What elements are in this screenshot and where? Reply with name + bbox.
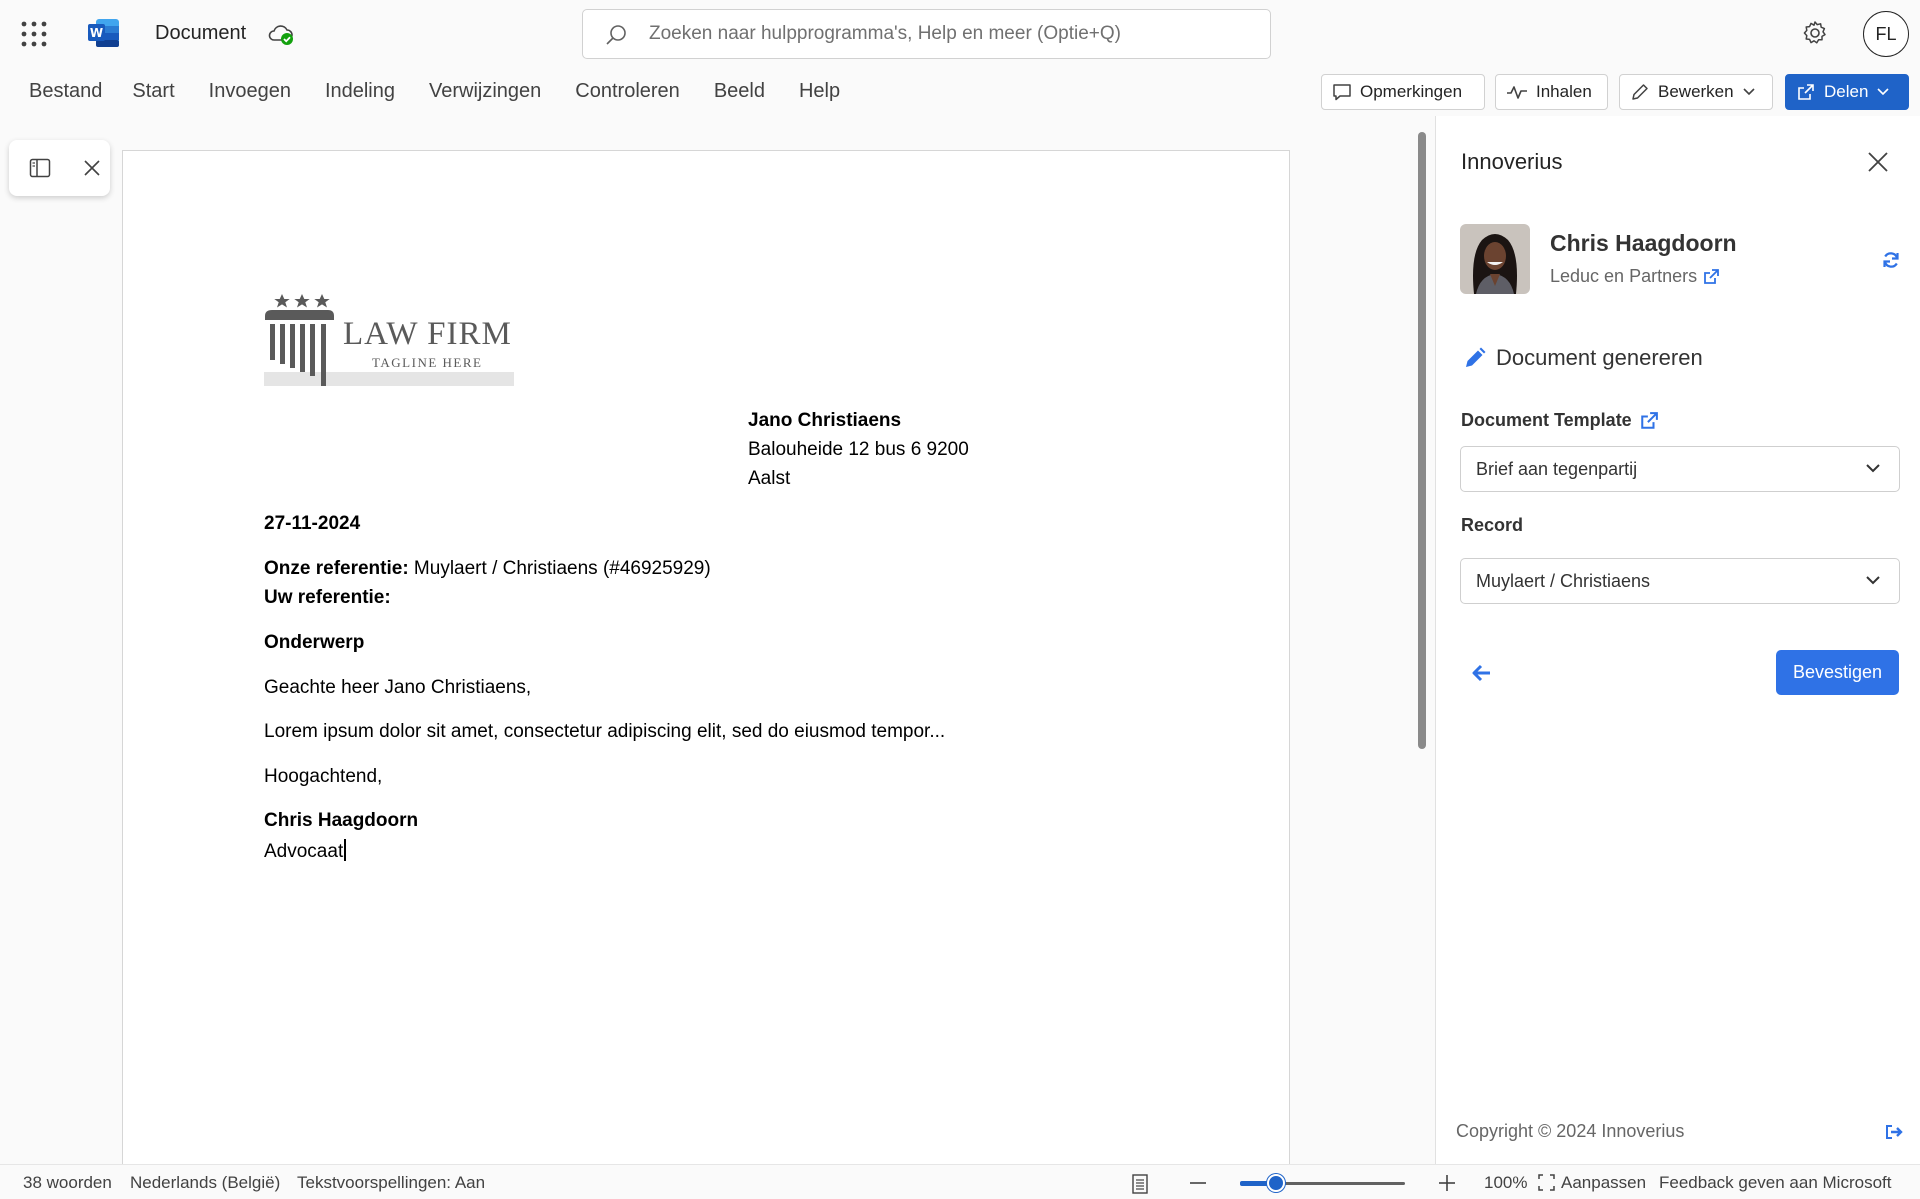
edit-mode-label: Bewerken — [1658, 82, 1734, 101]
panel-icon[interactable] — [29, 157, 51, 179]
your-reference[interactable]: Uw referentie: — [264, 587, 391, 609]
catch-up-button[interactable]: Inhalen — [1495, 74, 1608, 110]
word-count[interactable]: 38 woorden — [23, 1173, 112, 1193]
search-placeholder: Zoeken naar hulpprogramma's, Help en mee… — [649, 23, 1121, 44]
recipient-address[interactable]: Balouheide 12 bus 6 9200 — [748, 439, 969, 461]
user-avatar[interactable]: FL — [1863, 11, 1909, 57]
svg-text:W: W — [90, 26, 103, 40]
comments-button[interactable]: Opmerkingen — [1321, 74, 1485, 110]
status-bar: 38 woorden Nederlands (België) Tekstvoor… — [0, 1164, 1920, 1199]
record-selected-value: Muylaert / Christiaens — [1476, 571, 1651, 591]
pencil-icon — [1466, 347, 1486, 367]
our-reference-label: Onze referentie: — [264, 558, 409, 579]
letter-body[interactable]: Lorem ipsum dolor sit amet, consectetur … — [264, 721, 945, 743]
record-select[interactable]: Muylaert / Christiaens — [1460, 558, 1900, 604]
share-button[interactable]: Delen — [1785, 74, 1909, 110]
recipient-name[interactable]: Jano Christiaens — [748, 410, 901, 432]
closing[interactable]: Hoogachtend, — [264, 766, 382, 788]
search-input[interactable]: Zoeken naar hulpprogramma's, Help en mee… — [582, 9, 1271, 59]
feedback-link[interactable]: Feedback geven aan Microsoft — [1659, 1173, 1891, 1193]
tab-controleren[interactable]: Controleren — [575, 80, 680, 103]
close-icon[interactable] — [1867, 151, 1889, 173]
template-label: Document Template — [1461, 410, 1658, 431]
fit-to-window-icon[interactable] — [1538, 1174, 1555, 1191]
user-organization-link[interactable]: Leduc en Partners — [1550, 266, 1719, 287]
chevron-down-icon — [1743, 88, 1755, 96]
zoom-in-icon[interactable] — [1438, 1174, 1456, 1192]
external-link-icon — [1704, 268, 1719, 284]
back-arrow-icon[interactable] — [1472, 663, 1492, 683]
tab-beeld[interactable]: Beeld — [714, 80, 765, 103]
title-bar: W Document Zoeken naar hulpprogramma's, … — [0, 0, 1920, 68]
template-selected-value: Brief aan tegenpartij — [1476, 459, 1638, 479]
section-title-text: Document genereren — [1496, 345, 1703, 370]
external-link-icon[interactable] — [1640, 411, 1658, 430]
template-select[interactable]: Brief aan tegenpartij — [1460, 446, 1900, 492]
record-label: Record — [1461, 515, 1524, 535]
our-reference-value: Muylaert / Christiaens (#46925929) — [408, 558, 711, 579]
close-icon[interactable] — [81, 157, 103, 179]
tab-bestand[interactable]: Bestand — [29, 80, 102, 103]
app-launcher-icon[interactable] — [20, 20, 48, 48]
recipient-city[interactable]: Aalst — [748, 468, 790, 490]
text-predictions[interactable]: Tekstvoorspellingen: Aan — [297, 1173, 485, 1193]
cloud-saved-icon[interactable] — [267, 21, 295, 47]
chevron-down-icon — [1866, 576, 1880, 585]
page-view-icon[interactable] — [1131, 1174, 1149, 1194]
refresh-icon[interactable] — [1881, 250, 1901, 270]
letter-date[interactable]: 27-11-2024 — [264, 513, 360, 535]
signer-name[interactable]: Chris Haagdoorn — [264, 810, 418, 832]
word-logo-icon[interactable]: W — [88, 18, 120, 48]
salutation[interactable]: Geachte heer Jano Christiaens, — [264, 677, 531, 699]
logo-tagline: TAGLINE HERE — [372, 355, 483, 370]
tab-indeling[interactable]: Indeling — [325, 80, 395, 103]
sign-out-icon[interactable] — [1885, 1123, 1903, 1141]
profile-photo-icon — [1460, 224, 1530, 294]
user-organization: Leduc en Partners — [1550, 266, 1698, 286]
search-icon — [606, 25, 626, 45]
confirm-button[interactable]: Bevestigen — [1776, 650, 1899, 695]
tab-start[interactable]: Start — [132, 80, 174, 103]
user-name: Chris Haagdoorn — [1550, 230, 1737, 256]
tab-help[interactable]: Help — [799, 80, 840, 103]
logo-title: LAW FIRM — [343, 316, 512, 352]
zoom-level[interactable]: 100% — [1484, 1173, 1527, 1193]
edit-mode-button[interactable]: Bewerken — [1619, 74, 1773, 110]
pane-title: Innoverius — [1461, 149, 1563, 174]
pencil-icon — [1632, 84, 1648, 100]
navigation-pane-toggle — [9, 140, 110, 196]
comment-icon — [1333, 84, 1351, 101]
zoom-out-icon[interactable] — [1189, 1181, 1207, 1185]
copyright: Copyright © 2024 Innoverius — [1456, 1121, 1685, 1141]
document-title[interactable]: Document — [155, 22, 246, 45]
chevron-down-icon — [1866, 464, 1880, 473]
ribbon-tabs: Bestand Start Invoegen Indeling Verwijzi… — [29, 80, 874, 103]
section-title: Document genereren — [1464, 345, 1703, 371]
our-reference[interactable]: Onze referentie: Muylaert / Christiaens … — [264, 558, 711, 580]
user-photo — [1460, 224, 1530, 294]
comments-label: Opmerkingen — [1360, 82, 1463, 101]
catch-up-label: Inhalen — [1536, 82, 1592, 101]
document-scrollbar[interactable] — [1418, 132, 1426, 749]
signer-title[interactable]: Advocaat — [264, 839, 346, 863]
innoverius-task-pane: Innoverius Chris Haagdoorn Leduc en Part… — [1435, 116, 1920, 1164]
share-icon — [1798, 84, 1814, 100]
tab-verwijzingen[interactable]: Verwijzingen — [429, 80, 541, 103]
fit-label[interactable]: Aanpassen — [1561, 1173, 1646, 1193]
tab-invoegen[interactable]: Invoegen — [209, 80, 291, 103]
settings-gear-icon[interactable] — [1801, 19, 1829, 47]
subject[interactable]: Onderwerp — [264, 632, 364, 654]
activity-icon — [1507, 86, 1527, 99]
ribbon-tabs-row: Bestand Start Invoegen Indeling Verwijzi… — [0, 72, 1920, 114]
text-cursor — [344, 839, 346, 861]
language[interactable]: Nederlands (België) — [130, 1173, 280, 1193]
share-label: Delen — [1824, 82, 1869, 101]
chevron-down-icon — [1877, 88, 1889, 96]
zoom-slider-thumb[interactable] — [1267, 1174, 1286, 1192]
